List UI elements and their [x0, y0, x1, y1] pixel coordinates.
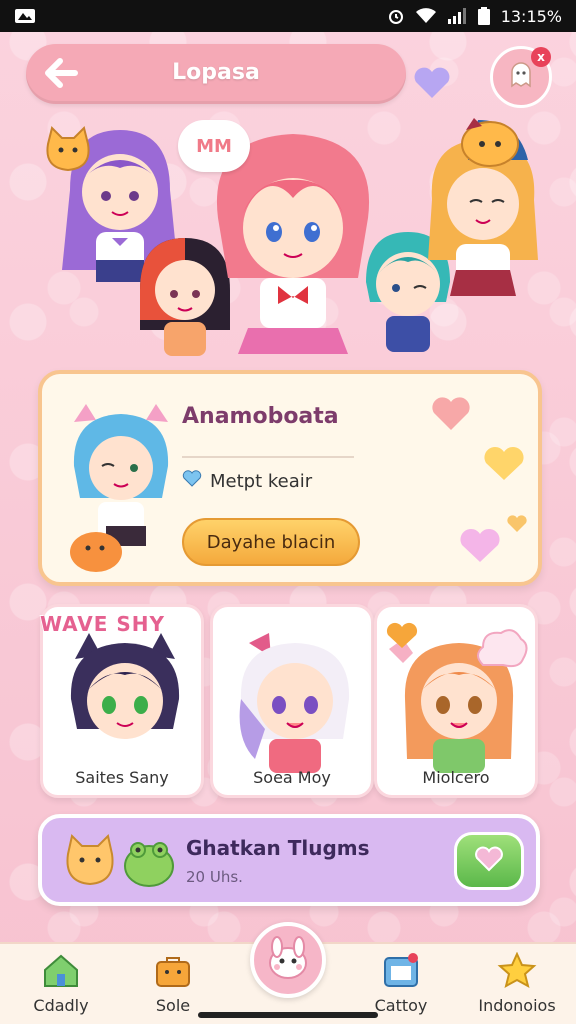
hero-illustration: MM — [30, 67, 550, 360]
speech-text: MM — [196, 135, 232, 157]
home-indicator[interactable] — [198, 1012, 378, 1018]
star-icon — [497, 951, 537, 992]
featured-action-button[interactable]: Dayahe blacin — [182, 518, 360, 566]
heart-icon — [414, 67, 450, 98]
house-icon — [41, 952, 81, 992]
signal-icon — [447, 8, 467, 24]
character-white-hair-girl — [239, 633, 350, 773]
featured-meta-text: Metpt keair — [210, 471, 313, 492]
featured-avatar — [70, 404, 169, 572]
nav-label: Cdadly — [33, 996, 89, 1015]
bunny-mascot-icon — [263, 933, 313, 987]
banner-subtitle: 20 Uhs. — [186, 868, 243, 886]
nav-label: Cattoy — [374, 996, 428, 1015]
bag-icon — [153, 952, 193, 992]
heart-icon — [474, 846, 504, 876]
character-name: Saites Sany — [75, 768, 169, 787]
frog-mascot-icon — [124, 842, 174, 887]
featured-card[interactable]: Anamoboata Metpt keair Dayahe blacin — [38, 370, 542, 586]
nav-item-daily[interactable]: Cdadly — [6, 944, 116, 1024]
nav-item-indonoios[interactable]: Indonoios — [462, 944, 572, 1024]
speech-bubble: MM — [178, 120, 250, 172]
calendar-icon — [381, 952, 421, 992]
character-name: Soea Moy — [253, 768, 331, 787]
notification-badge: x — [531, 47, 551, 67]
section-label: WAVE SHY — [40, 612, 166, 636]
community-banner[interactable]: Ghatkan Tlugms 20 Uhs. — [38, 814, 540, 906]
heart-icon — [432, 397, 470, 430]
wifi-icon — [415, 8, 437, 24]
cat-mascot-icon — [66, 834, 114, 886]
heart-icon — [460, 528, 500, 562]
nav-home-button[interactable] — [250, 922, 326, 998]
nav-label: Indonoios — [478, 996, 556, 1015]
alarm-icon — [387, 7, 405, 25]
like-button[interactable] — [454, 832, 524, 890]
app-notification-icon — [14, 8, 36, 24]
heart-icon — [484, 446, 524, 480]
hat-mascot-icon — [461, 118, 519, 167]
nav-label: Sole — [155, 996, 191, 1015]
cat-mascot-icon — [46, 126, 90, 172]
status-bar: 13:15% — [0, 0, 576, 32]
heart-icon — [182, 470, 202, 493]
character-name: Miolcero — [422, 768, 490, 787]
battery-icon — [477, 7, 491, 25]
featured-meta: Metpt keair — [182, 470, 312, 493]
character-card[interactable]: Miolcero — [374, 604, 538, 798]
heart-icon — [386, 622, 418, 648]
divider — [182, 456, 354, 458]
status-time: 13:15% — [500, 6, 562, 26]
profile-button[interactable]: x — [490, 46, 552, 108]
featured-name: Anamoboata — [182, 404, 339, 429]
character-card[interactable]: Soea Moy — [210, 604, 374, 798]
cloud-mascot-icon — [477, 629, 528, 668]
heart-icon — [507, 515, 527, 532]
banner-title: Ghatkan Tlugms — [186, 836, 370, 860]
character-black-cat-girl — [70, 633, 180, 773]
page-title: Lopasa — [172, 60, 260, 85]
header-bar: Lopasa — [26, 44, 406, 104]
